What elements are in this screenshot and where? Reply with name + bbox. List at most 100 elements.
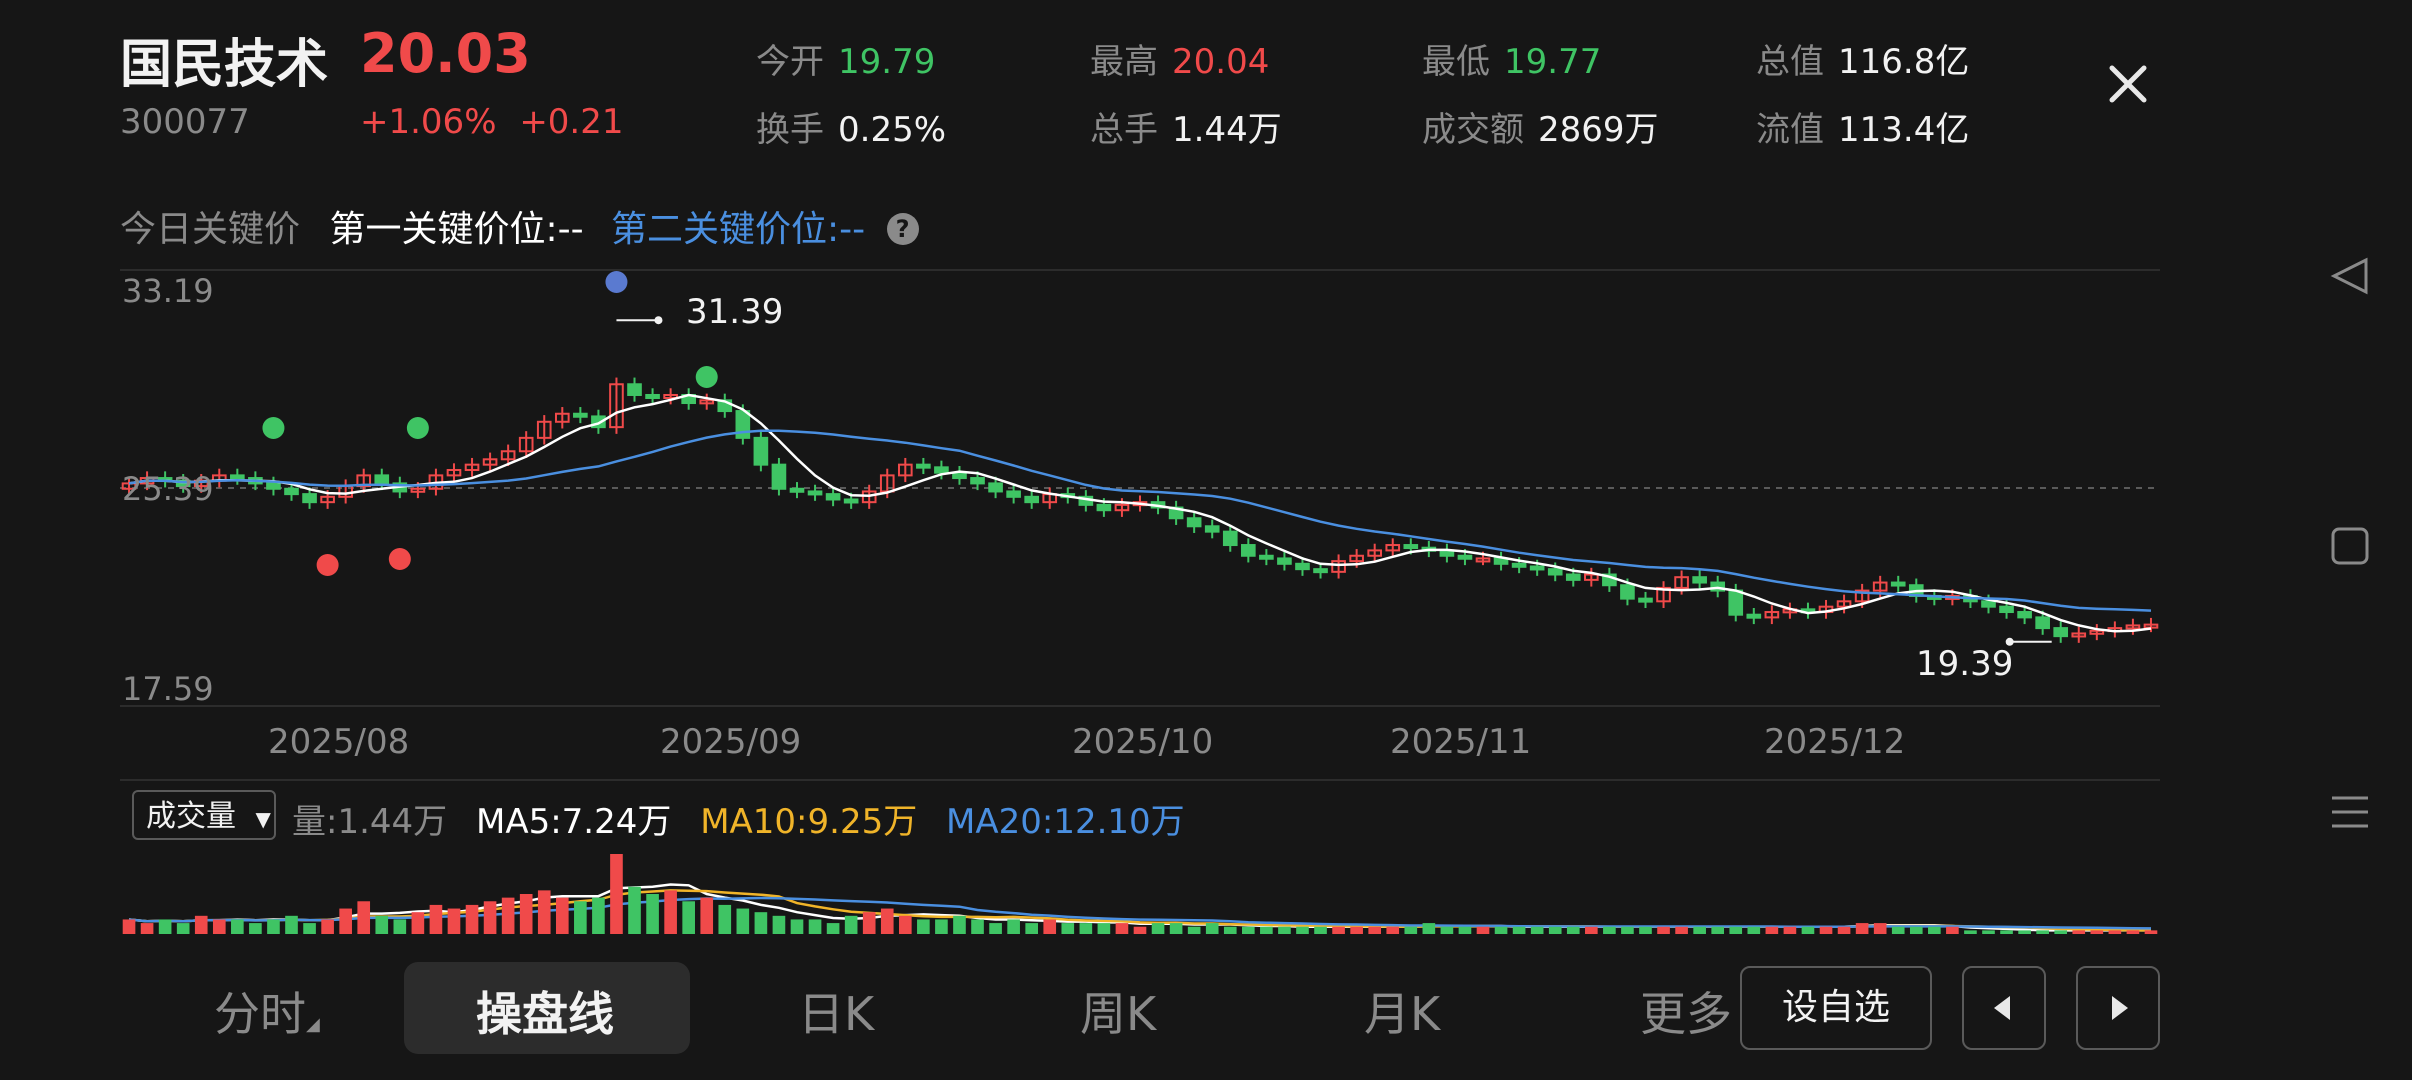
volume-bar bbox=[1855, 923, 1869, 934]
tab-weekly-k[interactable]: 周K bbox=[1080, 978, 1156, 1044]
volume-bar bbox=[989, 923, 1002, 934]
volume-bar bbox=[1801, 926, 1815, 934]
volume-bar bbox=[754, 912, 768, 934]
back-nav-button[interactable] bbox=[2320, 246, 2380, 306]
caret-left-icon bbox=[1994, 996, 2010, 1020]
volume-bar bbox=[935, 919, 948, 934]
volume-select-label: 成交量 bbox=[146, 799, 236, 834]
volume-bar bbox=[1982, 930, 1995, 934]
volume-bar bbox=[646, 894, 659, 934]
caret-right-icon bbox=[2112, 996, 2128, 1020]
volume-bar bbox=[1223, 926, 1237, 934]
volume-bar bbox=[1151, 923, 1165, 934]
volume-bar bbox=[267, 919, 280, 934]
add-watchlist-button[interactable]: 设自选 bbox=[1740, 966, 1932, 1050]
volume-bar bbox=[212, 919, 226, 934]
candle-body bbox=[1222, 530, 1238, 547]
buy-signal-icon bbox=[388, 548, 411, 570]
tab-more[interactable]: 更多 bbox=[1640, 978, 1740, 1044]
volume-bar bbox=[122, 919, 136, 934]
candle-body bbox=[1638, 597, 1653, 603]
volume-bar bbox=[393, 919, 407, 934]
prev-button[interactable] bbox=[1962, 966, 2046, 1050]
volume-bar bbox=[808, 919, 822, 934]
volume-bar bbox=[1097, 923, 1111, 934]
volume-bar bbox=[1783, 926, 1797, 934]
home-nav-button[interactable] bbox=[2320, 516, 2380, 576]
tab-monthly-k[interactable]: 月K bbox=[1364, 978, 1440, 1044]
volume-bar bbox=[357, 901, 371, 934]
volume-bar bbox=[1043, 919, 1057, 934]
candle-body bbox=[1890, 581, 1906, 587]
volume-bar bbox=[1242, 926, 1255, 934]
volume-bar bbox=[2018, 930, 2031, 934]
volume-bar bbox=[1476, 926, 1490, 934]
volume-bar bbox=[1205, 923, 1219, 934]
info-icon bbox=[605, 271, 628, 293]
y-axis-top: 33.19 bbox=[122, 272, 214, 310]
volume-bar bbox=[375, 915, 389, 934]
tab-intraday[interactable]: 分时◢ bbox=[214, 978, 320, 1044]
volume-bar bbox=[231, 919, 244, 934]
volume-indicator-select[interactable]: 成交量 ▼ bbox=[132, 790, 276, 840]
volume-bar bbox=[898, 915, 912, 934]
volume-bar bbox=[1296, 926, 1309, 934]
candle-body bbox=[807, 490, 823, 496]
volume-bar bbox=[537, 890, 551, 934]
high-marker-dot bbox=[654, 316, 663, 325]
volume-bar bbox=[1422, 923, 1436, 934]
volume-bar bbox=[1368, 926, 1382, 934]
tab-daily-k[interactable]: 日K bbox=[798, 978, 874, 1044]
volume-bar bbox=[1693, 926, 1706, 934]
candle-body bbox=[645, 393, 660, 399]
volume-bar bbox=[555, 897, 569, 934]
kline-chart[interactable] bbox=[0, 0, 2412, 1080]
volume-bar bbox=[1007, 919, 1020, 934]
volume-bar bbox=[844, 915, 858, 934]
volume-bar bbox=[1711, 926, 1725, 934]
volume-bar bbox=[682, 901, 695, 934]
candle-body bbox=[1547, 568, 1563, 576]
volume-bar bbox=[2054, 930, 2068, 934]
volume-bar bbox=[1946, 926, 1959, 934]
candle-body bbox=[2035, 616, 2050, 630]
volume-bar bbox=[1928, 926, 1941, 934]
volume-bar bbox=[2108, 930, 2122, 934]
tab-trading-line[interactable]: 操盘线 bbox=[476, 978, 614, 1044]
volume-bar bbox=[501, 897, 515, 934]
candle-body bbox=[1241, 544, 1256, 557]
vol-ma10: MA10:9.25万 bbox=[700, 802, 918, 842]
month-label: 2025/10 bbox=[1072, 722, 1214, 762]
low-price-label: 19.39 bbox=[1916, 644, 2014, 684]
volume-bar bbox=[176, 923, 190, 934]
volume-bar bbox=[826, 923, 840, 934]
y-axis-mid: 25.39 bbox=[122, 470, 214, 508]
volume-bar bbox=[1909, 926, 1923, 934]
candle-body bbox=[1981, 600, 1996, 608]
chevron-down-icon: ▼ bbox=[255, 807, 271, 831]
vol-ma20: MA20:12.10万 bbox=[946, 802, 1185, 842]
volume-bar bbox=[1079, 923, 1093, 934]
volume-bar bbox=[1729, 926, 1743, 934]
volume-bar bbox=[1657, 926, 1670, 934]
next-button[interactable] bbox=[2076, 966, 2160, 1050]
candle-body bbox=[1728, 589, 1744, 616]
recents-nav-button[interactable] bbox=[2320, 782, 2380, 842]
volume-bar bbox=[1530, 926, 1544, 934]
volume-bar bbox=[1548, 926, 1562, 934]
volume-bar bbox=[465, 904, 479, 934]
volume-bar bbox=[1639, 926, 1652, 934]
candle-body bbox=[1511, 562, 1527, 568]
vol-ma5: MA5:7.24万 bbox=[475, 802, 672, 842]
candle-body bbox=[1529, 565, 1545, 571]
candle-body bbox=[1746, 613, 1762, 619]
volume-bar bbox=[1115, 923, 1129, 934]
volume-bar bbox=[1837, 926, 1851, 934]
candle-body bbox=[1403, 544, 1419, 550]
candle-body bbox=[266, 482, 281, 490]
volume-bar bbox=[1278, 926, 1291, 934]
volume-bar bbox=[447, 908, 461, 934]
candle-body bbox=[1024, 495, 1039, 504]
volume-bar bbox=[574, 901, 587, 934]
volume-bar bbox=[158, 919, 172, 934]
